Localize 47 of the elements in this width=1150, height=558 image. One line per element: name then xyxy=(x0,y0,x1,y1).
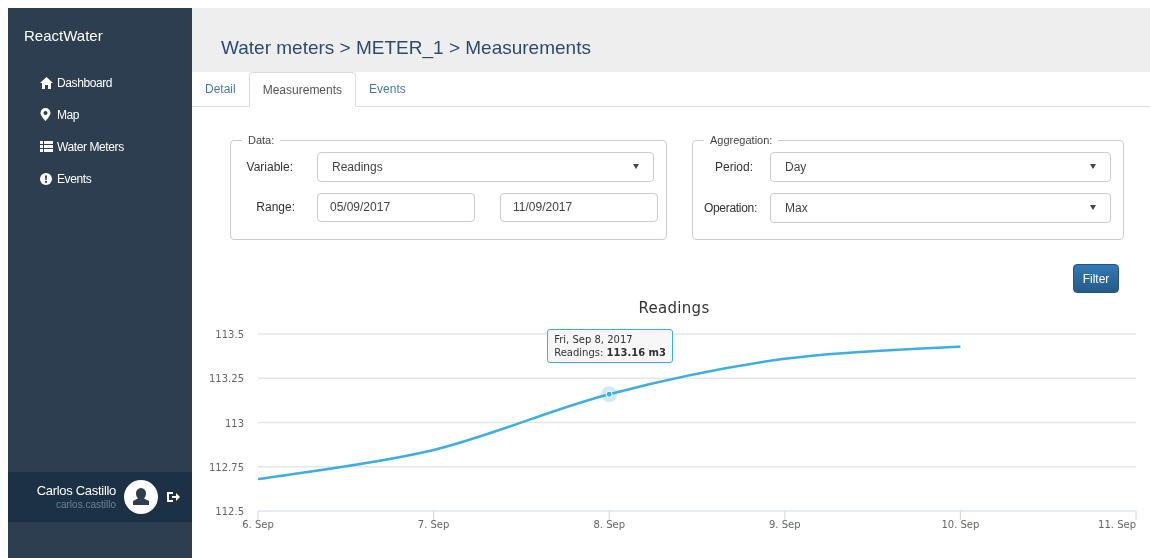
caret-icon xyxy=(633,164,639,169)
field-label: Range: xyxy=(255,199,296,216)
alert-icon xyxy=(40,172,52,185)
tab[interactable]: Measurements xyxy=(248,72,357,107)
list-icon xyxy=(40,141,53,152)
x-tick-label: 10. Sep xyxy=(941,518,980,530)
panel-legend: Aggregation: xyxy=(704,132,779,149)
operation-select[interactable]: Max xyxy=(770,192,1111,223)
logout-icon[interactable] xyxy=(166,490,180,504)
tab[interactable]: Events xyxy=(356,72,419,106)
chart-title: Readings xyxy=(638,298,710,319)
y-tick-label: 113.5 xyxy=(215,328,244,340)
y-tick-label: 112.75 xyxy=(209,461,244,473)
caret-icon xyxy=(1090,205,1096,210)
field-label: Period: xyxy=(713,158,754,176)
x-tick-label: 7. Sep xyxy=(417,518,450,530)
map-pin-icon xyxy=(40,108,51,121)
date-to-field[interactable]: 11/09/2017 xyxy=(500,192,658,222)
tooltip-value: Readings: 113.16 m3 xyxy=(554,346,666,360)
caret-icon xyxy=(1090,164,1096,169)
x-tick-label: 9. Sep xyxy=(769,518,801,530)
hovered-point xyxy=(601,385,618,402)
user-login: carlos.castillo xyxy=(55,499,116,511)
user-name: Carlos Castillo xyxy=(36,483,116,499)
breadcrumb: Water meters > METER_1 > Measurements xyxy=(221,35,591,61)
nav-link[interactable]: Map xyxy=(40,105,192,124)
tooltip-date: Fri, Sep 8, 2017 xyxy=(554,333,634,347)
x-tick-label: 6. Sep xyxy=(242,518,274,530)
tab[interactable]: Detail xyxy=(192,72,249,106)
nav-link[interactable]: Dashboard xyxy=(40,73,192,92)
x-tick-label: 11. Sep xyxy=(1098,518,1136,530)
filter-button[interactable]: Filter xyxy=(1073,264,1119,293)
period-select[interactable]: Day xyxy=(770,151,1111,182)
avatar-icon xyxy=(124,480,158,514)
variable-select[interactable]: Readings xyxy=(317,151,654,182)
field-label: Variable: xyxy=(245,158,294,176)
date-from-field[interactable]: 05/09/2017 xyxy=(317,192,475,222)
y-tick-label: 113 xyxy=(224,417,244,428)
nav-link[interactable]: Events xyxy=(40,169,192,188)
panel-legend: Data: xyxy=(242,132,281,149)
x-tick-label: 8. Sep xyxy=(593,518,625,530)
app-brand: ReactWater xyxy=(23,26,104,46)
y-tick-label: 112.5 xyxy=(215,505,244,517)
y-tick-label: 113.25 xyxy=(209,372,244,384)
field-label: Operation: xyxy=(702,199,758,217)
nav-link[interactable]: Water Meters xyxy=(40,137,192,156)
home-icon xyxy=(40,76,53,89)
